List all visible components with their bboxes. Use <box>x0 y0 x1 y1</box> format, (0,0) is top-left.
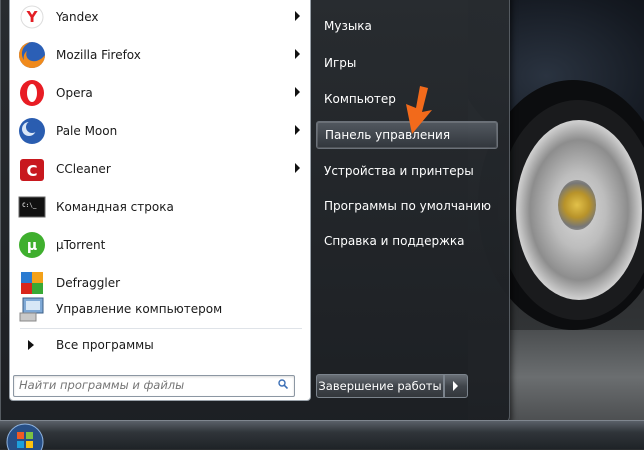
svg-text:C:\_: C:\_ <box>22 202 37 209</box>
right-item-music[interactable]: Музыка <box>316 12 498 40</box>
svg-text:Y: Y <box>26 8 39 26</box>
svg-text:C: C <box>26 162 37 180</box>
program-computer-management[interactable]: Управление компьютером <box>10 290 310 328</box>
program-label: Yandex <box>56 10 99 24</box>
program-ccleaner[interactable]: C CCleaner <box>10 150 310 188</box>
right-item-devices-printers[interactable]: Устройства и принтеры <box>316 157 498 185</box>
programs-pane: Y Yandex Mozilla Firefox Opera Pale Moon <box>9 0 311 401</box>
program-command-prompt[interactable]: C:\_ Командная строка <box>10 188 310 226</box>
submenu-arrow-icon <box>295 125 300 135</box>
program-label: Opera <box>56 86 93 100</box>
program-pale-moon[interactable]: Pale Moon <box>10 112 310 150</box>
search-box[interactable] <box>13 375 295 397</box>
divider <box>20 328 302 329</box>
pale-moon-icon <box>16 115 48 147</box>
right-item-label: Игры <box>324 56 357 70</box>
program-label: Командная строка <box>56 200 174 214</box>
program-utorrent[interactable]: µ µTorrent <box>10 226 310 264</box>
right-item-help-support[interactable]: Справка и поддержка <box>316 227 498 255</box>
submenu-arrow-icon <box>295 163 300 173</box>
program-label: Pale Moon <box>56 124 118 138</box>
command-prompt-icon: C:\_ <box>16 191 48 223</box>
right-item-games[interactable]: Игры <box>316 49 498 77</box>
all-programs-button[interactable]: Все программы <box>10 330 310 360</box>
pointer-arrow-icon <box>406 86 432 134</box>
program-firefox[interactable]: Mozilla Firefox <box>10 36 310 74</box>
yandex-icon: Y <box>16 1 48 33</box>
computer-management-icon <box>16 293 48 325</box>
program-opera[interactable]: Opera <box>10 74 310 112</box>
program-label: Mozilla Firefox <box>56 48 141 62</box>
opera-icon <box>16 77 48 109</box>
submenu-arrow-icon <box>295 11 300 21</box>
chevron-right-icon <box>453 381 458 391</box>
shutdown-button[interactable]: Завершение работы <box>316 374 444 398</box>
right-item-label: Компьютер <box>324 92 396 106</box>
shutdown-options-button[interactable] <box>444 374 468 398</box>
taskbar <box>0 420 644 449</box>
firefox-icon <box>16 39 48 71</box>
submenu-arrow-icon <box>295 87 300 97</box>
windows-start-orb-icon[interactable] <box>0 420 50 450</box>
search-icon[interactable] <box>278 379 288 389</box>
search-input[interactable] <box>14 376 259 394</box>
svg-text:µ: µ <box>27 238 37 254</box>
program-label: Defraggler <box>56 276 121 290</box>
submenu-arrow-icon <box>295 49 300 59</box>
program-yandex[interactable]: Y Yandex <box>10 0 310 36</box>
right-item-label: Справка и поддержка <box>324 234 465 248</box>
right-item-label: Программы по умолчанию <box>324 199 492 213</box>
right-item-label: Музыка <box>324 19 372 33</box>
program-label: Управление компьютером <box>56 302 223 316</box>
program-label: µTorrent <box>56 238 106 252</box>
car-hub <box>558 180 596 230</box>
all-programs-label: Все программы <box>56 338 154 352</box>
right-item-default-programs[interactable]: Программы по умолчанию <box>316 192 498 220</box>
program-label: CCleaner <box>56 162 111 176</box>
shutdown-label: Завершение работы <box>318 379 442 393</box>
ccleaner-icon: C <box>16 153 48 185</box>
expand-arrow-icon <box>28 340 34 350</box>
right-item-label: Устройства и принтеры <box>324 164 474 178</box>
utorrent-icon: µ <box>16 229 48 261</box>
